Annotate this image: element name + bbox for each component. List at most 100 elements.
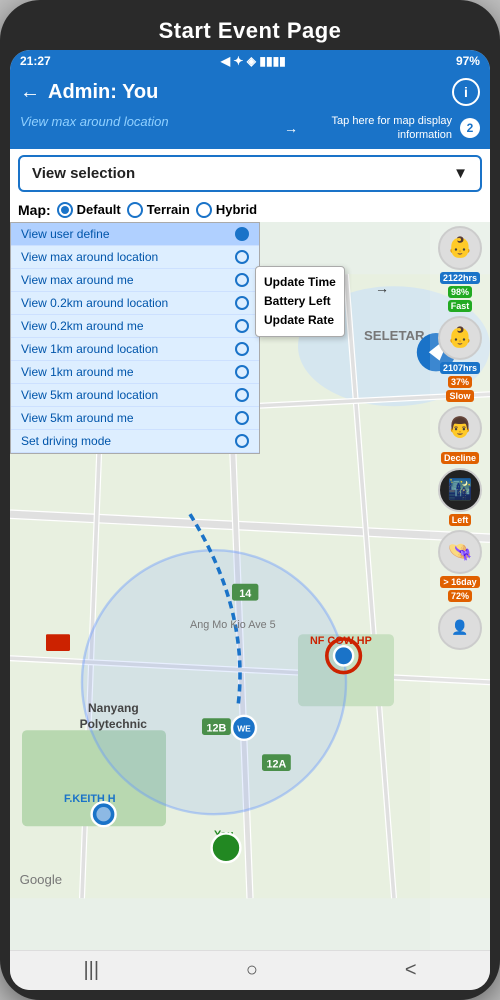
radio-hybrid-icon [196,202,212,218]
user-card-1[interactable]: 👶 2122hrs 98% Fast [432,226,488,312]
avatar-1: 👶 [438,226,482,270]
tooltip-line3: Update Rate [264,311,336,330]
tap-hint-text: Tap here for map display information [302,114,452,143]
badge-days-5: > 16day [440,576,479,588]
dropdown-item-0[interactable]: View user define [11,223,259,246]
dropdown-item-2[interactable]: View max around me [11,269,259,292]
dropdown-item-3[interactable]: View 0.2km around location [11,292,259,315]
dropdown-item-7[interactable]: View 5km around location [11,384,259,407]
tooltip-line1: Update Time [264,273,336,292]
nav-menu-button[interactable]: ||| [83,959,99,982]
radio-icon-3 [235,296,249,310]
header-left: ← Admin: You [20,81,158,104]
radio-hybrid-label: Hybrid [216,202,257,217]
map-type-row: Map: Default Terrain Hybrid [10,198,490,222]
status-time: 21:27 [20,54,51,68]
dropdown-item-1[interactable]: View max around location [11,246,259,269]
dropdown-item-label-8: View 5km around me [21,411,134,425]
dropdown-item-label-9: Set driving mode [21,434,111,448]
user-card-4[interactable]: 🌃 Left [432,468,488,526]
badge-battery-2: 37% [448,376,472,388]
dropdown-item-label-1: View max around location [21,250,158,264]
tooltip-arrow-icon: → [375,280,389,296]
dropdown-label: View selection [32,165,135,182]
avatar-2: 👶 [438,316,482,360]
radio-icon-5 [235,342,249,356]
svg-text:12A: 12A [266,758,286,770]
right-sidebar: 👶 2122hrs 98% Fast 👶 2107hrs 37% Slow 👨 … [430,222,490,950]
header: ← Admin: You i [10,72,490,114]
dropdown-item-label-2: View max around me [21,273,134,287]
dropdown-item-label-3: View 0.2km around location [21,296,168,310]
tooltip-line2: Battery Left [264,292,336,311]
dropdown-item-label-5: View 1km around location [21,342,158,356]
radio-icon-6 [235,365,249,379]
dropdown-item-9[interactable]: Set driving mode [11,430,259,453]
map-type-hybrid[interactable]: Hybrid [196,202,257,218]
dropdown-item-label-7: View 5km around location [21,388,158,402]
header-hint-row: View max around location → Tap here for … [10,114,490,149]
nav-bar: ||| ○ < [10,950,490,990]
badge-status-3: Decline [441,452,479,464]
radio-icon-4 [235,319,249,333]
badge-rate-1: Fast [448,300,473,312]
status-battery: 97% [456,54,480,68]
dropdown-arrow-icon: ▼ [453,165,468,182]
avatar-5: 👒 [438,530,482,574]
header-title: Admin: You [48,81,158,104]
badge-pct-5: 72% [448,590,472,602]
nav-home-button[interactable]: ○ [246,959,258,982]
dropdown-item-5[interactable]: View 1km around location [11,338,259,361]
tap-hint-area: → Tap here for map display information 2 [284,114,480,143]
radio-icon-2 [235,273,249,287]
status-signal: ◀ ✦ ◈ ▮▮▮▮ [221,54,286,68]
dropdown-item-8[interactable]: View 5km around me [11,407,259,430]
user-card-3[interactable]: 👨 Decline [432,406,488,464]
nav-back-button[interactable]: < [405,959,417,982]
radio-terrain-label: Terrain [147,202,190,217]
radio-default-label: Default [77,202,121,217]
user-card-5[interactable]: 👒 > 16day 72% [432,530,488,602]
info-button[interactable]: i [452,78,480,106]
radio-icon-7 [235,388,249,402]
radio-icon-0 [235,227,249,241]
avatar-4: 🌃 [438,468,482,512]
tap-arrow-icon: → [284,120,298,136]
svg-text:Nanyang: Nanyang [88,701,139,715]
dropdown-item-label-4: View 0.2km around me [21,319,144,333]
phone-frame: Start Event Page 21:27 ◀ ✦ ◈ ▮▮▮▮ 97% ← … [0,0,500,1000]
main-content: 14 12B 12A SELETAR Nanyang Polytechnic [10,222,490,950]
view-selection-dropdown[interactable]: View selection ▼ [18,155,482,192]
badge-hrs-2: 2107hrs [440,362,480,374]
badge-battery-1: 98% [448,286,472,298]
badge-rate-2: Slow [446,390,473,402]
page-title: Start Event Page [10,10,490,50]
map-type-terrain[interactable]: Terrain [127,202,190,218]
dropdown-item-label-6: View 1km around me [21,365,134,379]
dropdown-list[interactable]: View user define View max around locatio… [10,222,260,454]
svg-text:14: 14 [239,588,251,600]
avatar-3: 👨 [438,406,482,450]
dropdown-item-4[interactable]: View 0.2km around me [11,315,259,338]
avatar-6: 👤 [438,606,482,650]
svg-text:SELETAR: SELETAR [364,328,425,343]
svg-text:Ang Mo Kio Ave 5: Ang Mo Kio Ave 5 [190,619,276,631]
svg-text:Polytechnic: Polytechnic [80,716,148,730]
map-type-default[interactable]: Default [57,202,121,218]
phone-screen: 21:27 ◀ ✦ ◈ ▮▮▮▮ 97% ← Admin: You i View… [10,50,490,990]
back-button[interactable]: ← [20,81,40,104]
radio-terrain-icon [127,202,143,218]
svg-text:12B: 12B [206,722,226,734]
dropdown-item-6[interactable]: View 1km around me [11,361,259,384]
status-bar: 21:27 ◀ ✦ ◈ ▮▮▮▮ 97% [10,50,490,72]
tooltip-box: Update Time Battery Left Update Rate [255,266,345,338]
user-card-2[interactable]: 👶 2107hrs 37% Slow [432,316,488,402]
svg-text:Google: Google [20,871,63,886]
radio-default-icon [57,202,73,218]
radio-icon-1 [235,250,249,264]
badge-status-4: Left [449,514,472,526]
svg-text:WE: WE [237,723,251,733]
user-card-6[interactable]: 👤 [432,606,488,650]
badge-hrs-1: 2122hrs [440,272,480,284]
radio-icon-8 [235,411,249,425]
